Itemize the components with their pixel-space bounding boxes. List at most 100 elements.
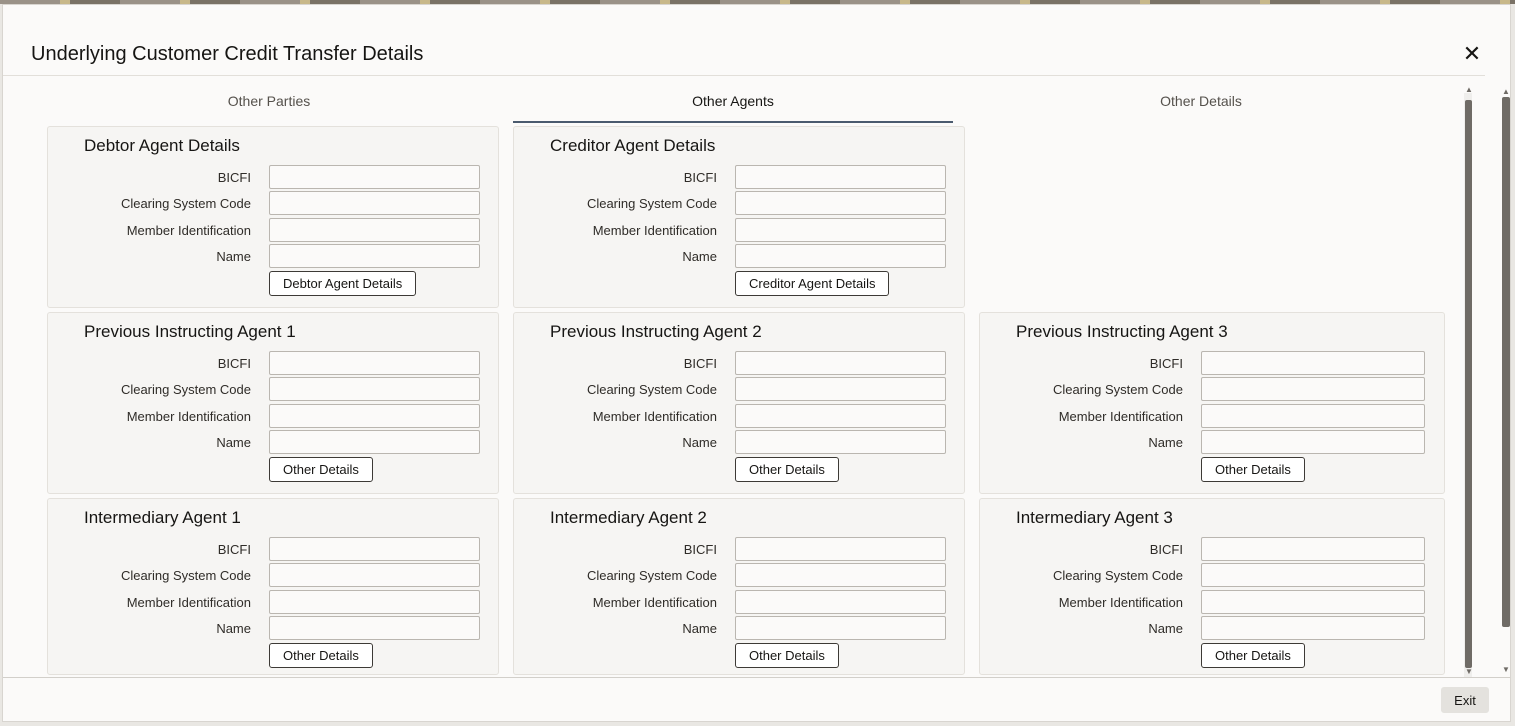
member-identification-label: Member Identification xyxy=(126,409,251,424)
member-identification-label: Member Identification xyxy=(1058,409,1183,424)
bicfi-label: BICFI xyxy=(1149,356,1183,371)
member-identification-label: Member Identification xyxy=(126,223,251,238)
dialog-title: Underlying Customer Credit Transfer Deta… xyxy=(31,43,424,65)
member-identification-input[interactable] xyxy=(1201,590,1425,614)
inner-scrollbar-thumb[interactable] xyxy=(1465,100,1472,668)
clearing-system-code-input[interactable] xyxy=(735,191,946,215)
name-label: Name xyxy=(216,435,251,450)
intermediary-agent-3-panel: Intermediary Agent 3 BICFI Clearing Syste… xyxy=(979,498,1445,675)
clearing-system-code-label: Clearing System Code xyxy=(120,196,251,211)
tab-other-details[interactable]: Other Details xyxy=(981,93,1421,123)
member-identification-input[interactable] xyxy=(735,590,946,614)
debtor-agent-panel: Debtor Agent Details BICFI Clearing Syste… xyxy=(47,126,499,308)
member-identification-label: Member Identification xyxy=(126,595,251,610)
name-input[interactable] xyxy=(735,244,946,268)
member-identification-label: Member Identification xyxy=(592,409,717,424)
transfer-details-dialog: Underlying Customer Credit Transfer Deta… xyxy=(2,4,1511,722)
outer-scrollbar-thumb[interactable] xyxy=(1502,97,1510,627)
previous-instructing-agent-2-panel: Previous Instructing Agent 2 BICFI Cleari… xyxy=(513,312,965,494)
bicfi-input[interactable] xyxy=(735,351,946,375)
previous-instructing-agent-1-panel: Previous Instructing Agent 1 BICFI Cleari… xyxy=(47,312,499,494)
other-details-button[interactable]: Other Details xyxy=(1201,643,1305,668)
clearing-system-code-input[interactable] xyxy=(269,191,480,215)
name-label: Name xyxy=(682,435,717,450)
name-input[interactable] xyxy=(269,430,480,454)
member-identification-label: Member Identification xyxy=(592,595,717,610)
clearing-system-code-label: Clearing System Code xyxy=(586,196,717,211)
intermediary-agent-2-panel: Intermediary Agent 2 BICFI Clearing Syste… xyxy=(513,498,965,675)
scroll-down-arrow-icon[interactable]: ▼ xyxy=(1465,667,1473,676)
intermediary-agent-1-panel: Intermediary Agent 1 BICFI Clearing Syste… xyxy=(47,498,499,675)
bicfi-input[interactable] xyxy=(269,351,480,375)
scroll-up-arrow-icon[interactable]: ▲ xyxy=(1465,85,1473,94)
name-label: Name xyxy=(682,249,717,264)
debtor-agent-details-button[interactable]: Debtor Agent Details xyxy=(269,271,417,296)
name-input[interactable] xyxy=(735,430,946,454)
bicfi-input[interactable] xyxy=(269,165,480,189)
bicfi-label: BICFI xyxy=(217,542,251,557)
member-identification-label: Member Identification xyxy=(592,223,717,238)
other-details-button[interactable]: Other Details xyxy=(269,643,373,668)
bicfi-label: BICFI xyxy=(217,356,251,371)
bicfi-input[interactable] xyxy=(1201,537,1425,561)
clearing-system-code-input[interactable] xyxy=(269,563,480,587)
member-identification-input[interactable] xyxy=(269,218,480,242)
member-identification-input[interactable] xyxy=(1201,404,1425,428)
clearing-system-code-label: Clearing System Code xyxy=(120,382,251,397)
bicfi-label: BICFI xyxy=(683,356,717,371)
member-identification-label: Member Identification xyxy=(1058,595,1183,610)
panel-title: Previous Instructing Agent 1 xyxy=(84,322,296,341)
clearing-system-code-label: Clearing System Code xyxy=(120,568,251,583)
bicfi-input[interactable] xyxy=(269,537,480,561)
bicfi-label: BICFI xyxy=(217,170,251,185)
clearing-system-code-label: Clearing System Code xyxy=(1052,382,1183,397)
outer-scroll-up-arrow-icon[interactable]: ▲ xyxy=(1502,87,1510,96)
exit-button[interactable]: Exit xyxy=(1441,687,1489,713)
bicfi-input[interactable] xyxy=(735,537,946,561)
panel-title: Previous Instructing Agent 3 xyxy=(1016,322,1228,341)
name-label: Name xyxy=(216,621,251,636)
name-label: Name xyxy=(1148,435,1183,450)
member-identification-input[interactable] xyxy=(269,590,480,614)
bicfi-label: BICFI xyxy=(1149,542,1183,557)
panel-title: Debtor Agent Details xyxy=(84,136,240,155)
panel-title: Intermediary Agent 2 xyxy=(550,508,707,527)
clearing-system-code-label: Clearing System Code xyxy=(586,568,717,583)
member-identification-input[interactable] xyxy=(269,404,480,428)
clearing-system-code-input[interactable] xyxy=(735,377,946,401)
header-divider xyxy=(3,75,1485,76)
name-input[interactable] xyxy=(269,616,480,640)
name-label: Name xyxy=(216,249,251,264)
clearing-system-code-label: Clearing System Code xyxy=(1052,568,1183,583)
other-details-button[interactable]: Other Details xyxy=(1201,457,1305,482)
close-icon[interactable]: ✕ xyxy=(1461,43,1483,65)
outer-scroll-down-arrow-icon[interactable]: ▼ xyxy=(1502,665,1510,674)
name-input[interactable] xyxy=(1201,616,1425,640)
other-details-button[interactable]: Other Details xyxy=(269,457,373,482)
other-details-button[interactable]: Other Details xyxy=(735,643,839,668)
bicfi-label: BICFI xyxy=(683,170,717,185)
clearing-system-code-input[interactable] xyxy=(1201,563,1425,587)
name-input[interactable] xyxy=(735,616,946,640)
bicfi-label: BICFI xyxy=(683,542,717,557)
clearing-system-code-label: Clearing System Code xyxy=(586,382,717,397)
creditor-agent-details-button[interactable]: Creditor Agent Details xyxy=(735,271,890,296)
previous-instructing-agent-3-panel: Previous Instructing Agent 3 BICFI Cleari… xyxy=(979,312,1445,494)
name-label: Name xyxy=(682,621,717,636)
panel-title: Creditor Agent Details xyxy=(550,136,716,155)
member-identification-input[interactable] xyxy=(735,218,946,242)
name-input[interactable] xyxy=(269,244,480,268)
tab-other-agents[interactable]: Other Agents xyxy=(513,93,953,123)
clearing-system-code-input[interactable] xyxy=(735,563,946,587)
clearing-system-code-input[interactable] xyxy=(1201,377,1425,401)
bicfi-input[interactable] xyxy=(735,165,946,189)
panel-title: Intermediary Agent 1 xyxy=(84,508,241,527)
panel-title: Intermediary Agent 3 xyxy=(1016,508,1173,527)
bicfi-input[interactable] xyxy=(1201,351,1425,375)
member-identification-input[interactable] xyxy=(735,404,946,428)
name-label: Name xyxy=(1148,621,1183,636)
clearing-system-code-input[interactable] xyxy=(269,377,480,401)
name-input[interactable] xyxy=(1201,430,1425,454)
tab-other-parties[interactable]: Other Parties xyxy=(53,93,485,123)
other-details-button[interactable]: Other Details xyxy=(735,457,839,482)
